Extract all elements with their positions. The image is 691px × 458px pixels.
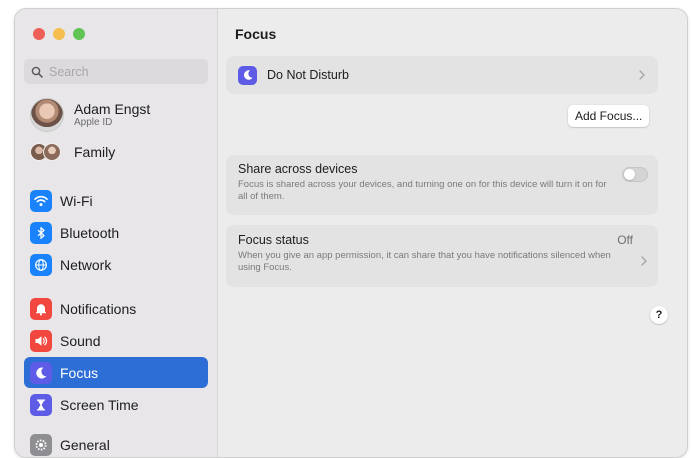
family-avatar bbox=[43, 143, 61, 161]
focus-status-row[interactable]: Focus status When you give an app permis… bbox=[226, 225, 658, 287]
sidebar-item-sound[interactable]: Sound bbox=[24, 325, 208, 356]
do-not-disturb-row[interactable]: Do Not Disturb bbox=[226, 56, 658, 94]
share-across-devices-toggle[interactable] bbox=[622, 167, 648, 182]
search-icon bbox=[31, 66, 43, 78]
share-title: Share across devices bbox=[238, 162, 358, 176]
minimize-window-button[interactable] bbox=[53, 28, 65, 40]
sidebar-item-bluetooth[interactable]: Bluetooth bbox=[24, 217, 208, 248]
add-focus-button[interactable]: Add Focus... bbox=[568, 105, 650, 127]
bell-icon bbox=[30, 297, 52, 320]
search-input[interactable] bbox=[49, 64, 199, 79]
sidebar-item-label: General bbox=[60, 436, 110, 453]
apple-id-account[interactable]: Adam Engst Apple ID bbox=[30, 98, 150, 132]
share-across-devices-row: Share across devices Focus is shared acr… bbox=[226, 155, 658, 215]
moon-icon bbox=[238, 65, 257, 85]
sidebar-item-focus[interactable]: Focus bbox=[24, 357, 208, 388]
avatar bbox=[30, 98, 64, 132]
account-subtitle: Apple ID bbox=[74, 117, 113, 128]
sidebar-item-notifications[interactable]: Notifications bbox=[24, 293, 208, 324]
share-description: Focus is shared across your devices, and… bbox=[238, 179, 607, 202]
family-item[interactable]: Family bbox=[30, 143, 115, 161]
sidebar-item-label: Notifications bbox=[60, 300, 137, 317]
focus-status-title: Focus status bbox=[238, 233, 309, 247]
close-window-button[interactable] bbox=[33, 28, 45, 40]
sidebar-item-label: Focus bbox=[60, 364, 99, 381]
gear-icon bbox=[30, 433, 52, 456]
sidebar-item-label: Bluetooth bbox=[60, 224, 120, 241]
sidebar-item-label: Screen Time bbox=[60, 396, 139, 413]
sidebar-item-screen-time[interactable]: Screen Time bbox=[24, 389, 208, 420]
sidebar-item-label: Network bbox=[60, 256, 112, 273]
window-controls bbox=[33, 28, 85, 40]
main-content: Focus Do Not Disturb Add Focus... Share … bbox=[218, 9, 687, 457]
family-label: Family bbox=[74, 144, 116, 160]
zoom-window-button[interactable] bbox=[73, 28, 85, 40]
moon-icon bbox=[30, 361, 52, 384]
speaker-icon bbox=[30, 329, 52, 352]
do-not-disturb-label: Do Not Disturb bbox=[267, 68, 349, 82]
search-field[interactable] bbox=[24, 59, 208, 84]
sidebar: Adam Engst Apple ID Family Wi-Fi Bluetoo… bbox=[15, 9, 218, 457]
system-settings-window: Adam Engst Apple ID Family Wi-Fi Bluetoo… bbox=[14, 8, 688, 458]
sidebar-item-label: Sound bbox=[60, 332, 101, 349]
page-title: Focus bbox=[235, 26, 277, 42]
wifi-icon bbox=[30, 189, 52, 212]
toggle-knob bbox=[624, 169, 635, 180]
hourglass-icon bbox=[30, 393, 52, 416]
family-avatars bbox=[30, 143, 64, 161]
chevron-right-icon bbox=[641, 256, 647, 266]
focus-status-description: When you give an app permission, it can … bbox=[238, 250, 611, 273]
account-name: Adam Engst bbox=[74, 101, 151, 117]
focus-status-value: Off bbox=[617, 233, 633, 247]
sidebar-item-wifi[interactable]: Wi-Fi bbox=[24, 185, 208, 216]
bluetooth-icon bbox=[30, 221, 52, 244]
sidebar-item-network[interactable]: Network bbox=[24, 249, 208, 280]
sidebar-item-label: Wi-Fi bbox=[60, 192, 93, 209]
help-button[interactable]: ? bbox=[650, 306, 668, 324]
globe-icon bbox=[30, 253, 52, 276]
chevron-right-icon bbox=[639, 70, 645, 80]
